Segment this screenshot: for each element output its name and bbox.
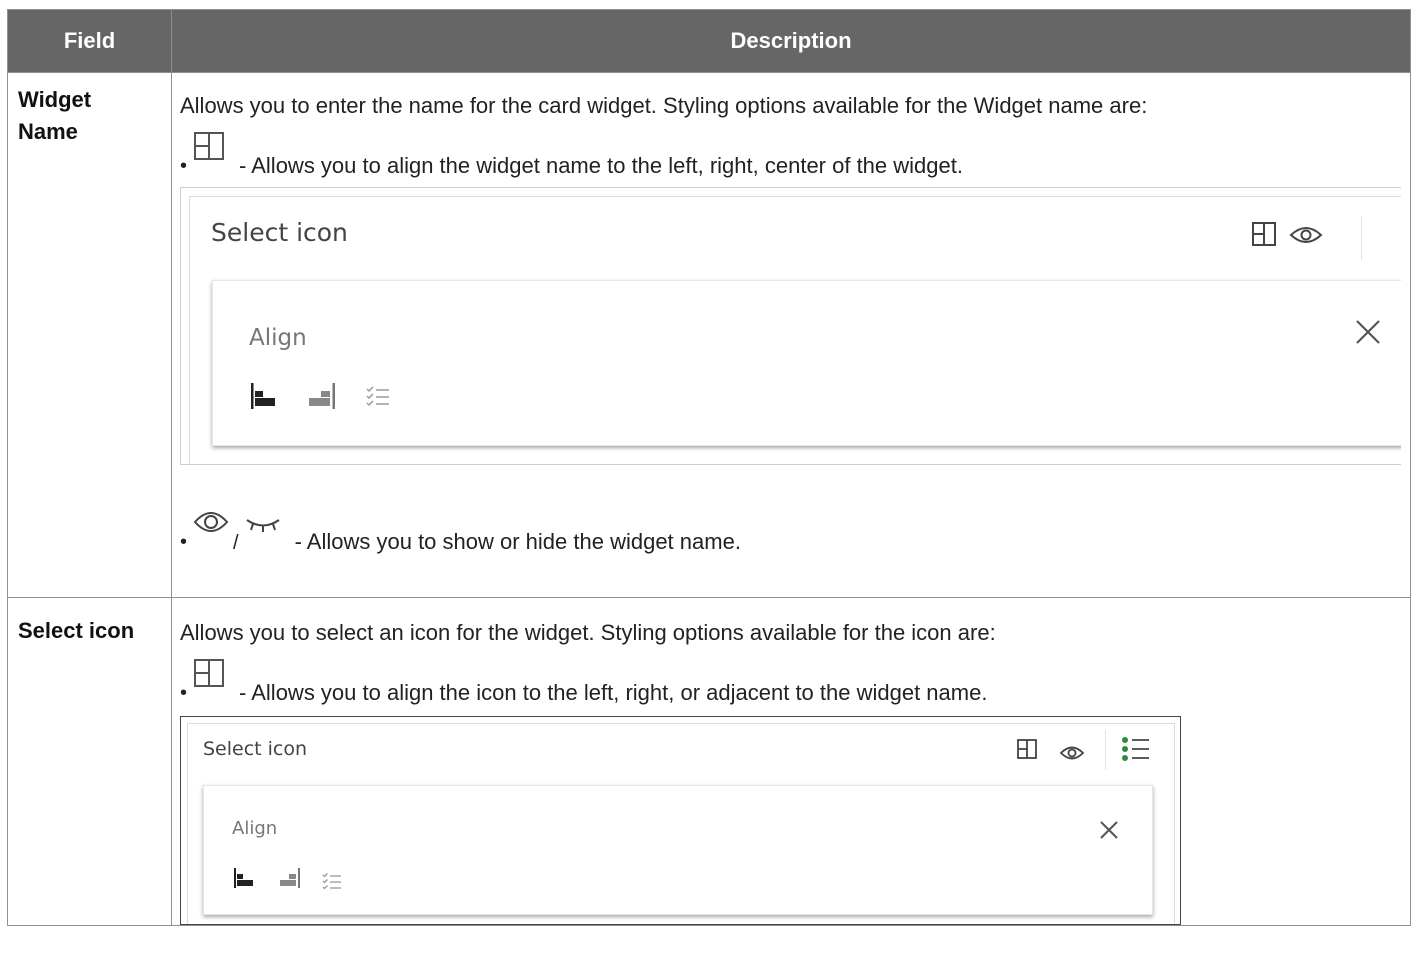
- screenshot-title: Select icon: [211, 218, 348, 247]
- align-popover: Align: [203, 785, 1153, 915]
- header-field: Field: [7, 9, 172, 73]
- close-icon[interactable]: [1355, 319, 1381, 351]
- eye-icon: [193, 509, 229, 541]
- toolbar-divider: [1361, 216, 1362, 260]
- align-popover: Align: [212, 280, 1401, 446]
- align-adjacent-icon[interactable]: [322, 870, 342, 896]
- align-left-icon[interactable]: [251, 383, 279, 415]
- field-cell-select-icon: Select icon: [7, 597, 172, 926]
- field-description-table: Field Description Widget Name Allows you…: [7, 9, 1411, 926]
- screenshot-align-panel-large: Select icon Align: [180, 187, 1401, 465]
- bullet-align: • - Allows you to align the widget name …: [180, 131, 1410, 179]
- bullet-align: • - Allows you to align the icon to the …: [180, 658, 1410, 706]
- bullet-align-text: - Allows you to align the icon to the le…: [239, 680, 988, 705]
- screenshot-title: Select icon: [203, 738, 308, 760]
- table-header-row: Field Description: [7, 9, 1411, 73]
- bullet-visibility: • / - Allows you to show or hide the wid…: [180, 509, 1410, 555]
- header-description: Description: [171, 9, 1411, 73]
- layout-split-icon[interactable]: [1016, 738, 1038, 766]
- close-icon[interactable]: [1099, 820, 1119, 846]
- eye-icon[interactable]: [1059, 741, 1085, 767]
- layout-split-icon[interactable]: [1251, 221, 1277, 253]
- bullet-dot: •: [180, 682, 188, 704]
- bullet-dot: •: [180, 155, 188, 177]
- field-cell-widget-name: Widget Name: [7, 72, 172, 598]
- field-label: Select icon: [18, 618, 135, 643]
- icon-separator: /: [233, 532, 239, 554]
- description-cell-select-icon: Allows you to select an icon for the wid…: [171, 597, 1411, 926]
- eye-closed-icon: [245, 513, 281, 539]
- field-label-line2: Name: [18, 119, 78, 144]
- toolbar-divider: [1105, 730, 1106, 770]
- screenshot-align-panel-small: Select icon Align: [180, 716, 1181, 925]
- description-intro: Allows you to select an icon for the wid…: [180, 620, 996, 645]
- bullet-dot: •: [180, 531, 188, 553]
- align-adjacent-icon[interactable]: [365, 385, 391, 415]
- table-row: Widget Name Allows you to enter the name…: [7, 72, 1411, 598]
- bullet-align-text: - Allows you to align the widget name to…: [239, 153, 963, 178]
- align-right-icon[interactable]: [278, 868, 300, 894]
- description-intro: Allows you to enter the name for the car…: [180, 93, 1148, 118]
- layout-split-icon: [193, 658, 225, 694]
- eye-icon[interactable]: [1289, 225, 1323, 251]
- bullet-visibility-text: - Allows you to show or hide the widget …: [294, 529, 741, 554]
- layout-split-icon: [193, 131, 225, 167]
- align-left-icon[interactable]: [234, 868, 256, 894]
- align-right-icon[interactable]: [307, 383, 335, 415]
- align-label: Align: [232, 818, 278, 839]
- description-cell-widget-name: Allows you to enter the name for the car…: [171, 72, 1411, 598]
- table-row: Select icon Allows you to select an icon…: [7, 597, 1411, 926]
- align-label: Align: [249, 325, 307, 351]
- list-icon[interactable]: [1121, 735, 1151, 769]
